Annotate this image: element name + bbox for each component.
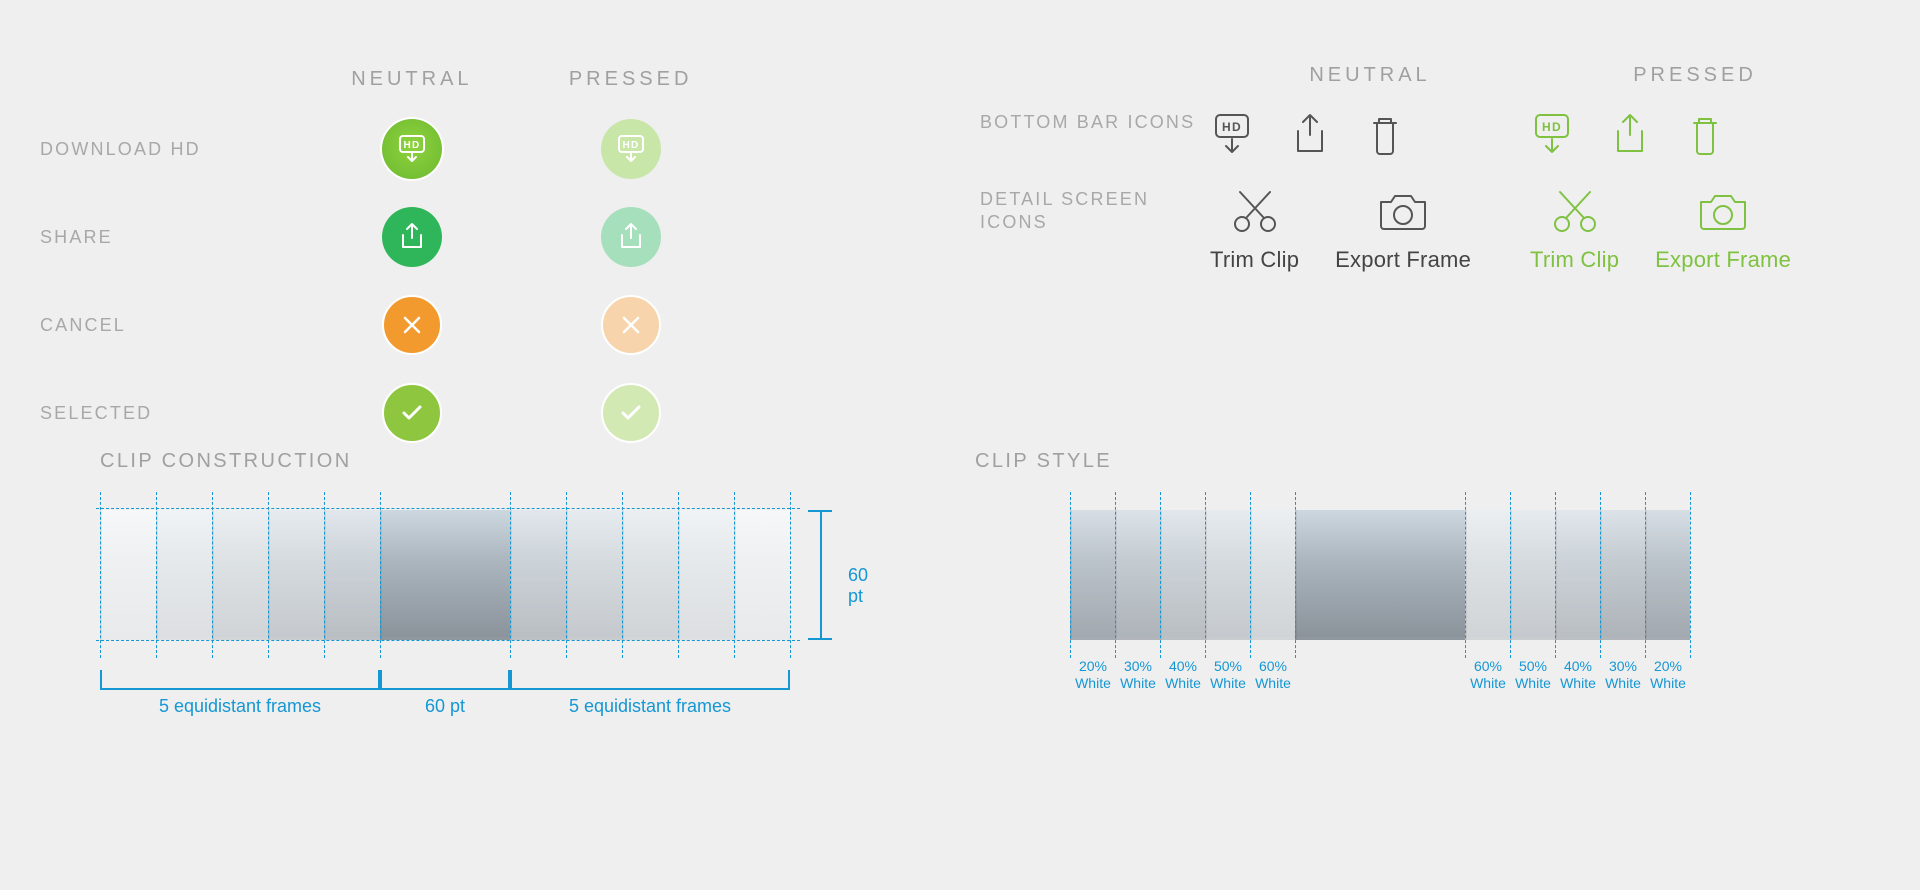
svg-text:HD: HD bbox=[622, 140, 639, 151]
trash-outline-icon[interactable] bbox=[1366, 111, 1404, 164]
right-frames-label: 5 equidistant frames bbox=[510, 696, 790, 717]
col-header-neutral-2: NEUTRAL bbox=[1210, 64, 1530, 87]
overlay-label: 60% White bbox=[1245, 658, 1301, 692]
export-frame-label: Export Frame bbox=[1335, 247, 1471, 272]
trim-clip-label: Trim Clip bbox=[1210, 247, 1299, 272]
cancel-button-pressed[interactable] bbox=[601, 295, 661, 355]
row-share: SHARE bbox=[40, 207, 303, 267]
share-icon bbox=[616, 221, 646, 253]
export-frame-label-pressed: Export Frame bbox=[1655, 247, 1791, 272]
svg-text:HD: HD bbox=[403, 140, 420, 151]
camera-icon[interactable] bbox=[1375, 188, 1431, 239]
download-hd-button-pressed[interactable]: HD bbox=[601, 119, 661, 179]
col-header-pressed-2: PRESSED bbox=[1530, 64, 1860, 87]
clip-style-diagram: 20% White 30% White 40% White 50% White … bbox=[1070, 510, 1690, 640]
check-icon bbox=[397, 398, 427, 428]
close-icon bbox=[399, 312, 425, 338]
button-states-grid: NEUTRAL PRESSED DOWNLOAD HD HD HD bbox=[40, 40, 740, 471]
hd-download-outline-icon[interactable]: HD bbox=[1210, 111, 1254, 164]
share-outline-icon[interactable] bbox=[1290, 111, 1330, 164]
svg-text:HD: HD bbox=[1222, 120, 1242, 134]
check-icon bbox=[616, 398, 646, 428]
left-frames-label: 5 equidistant frames bbox=[100, 696, 380, 717]
row-download-hd: DOWNLOAD HD bbox=[40, 119, 303, 179]
cancel-button-neutral[interactable] bbox=[382, 295, 442, 355]
close-icon bbox=[618, 312, 644, 338]
trim-clip-label-pressed: Trim Clip bbox=[1530, 247, 1619, 272]
trash-outline-icon-pressed[interactable] bbox=[1686, 111, 1724, 164]
share-button-neutral[interactable] bbox=[382, 207, 442, 267]
scissors-icon-pressed[interactable] bbox=[1550, 188, 1600, 239]
col-header-neutral: NEUTRAL bbox=[303, 68, 522, 91]
selected-button-pressed[interactable] bbox=[601, 383, 661, 443]
overlay-label: 20% White bbox=[1640, 658, 1696, 692]
hd-download-icon: HD bbox=[614, 132, 648, 166]
row-bottom-bar: BOTTOM BAR ICONS bbox=[980, 111, 1210, 164]
hd-download-outline-icon-pressed[interactable]: HD bbox=[1530, 111, 1574, 164]
col-header-pressed: PRESSED bbox=[521, 68, 740, 91]
height-dim-label: 60 pt bbox=[848, 565, 868, 607]
share-button-pressed[interactable] bbox=[601, 207, 661, 267]
clip-style-title: CLIP STYLE bbox=[975, 450, 1112, 473]
selected-button-neutral[interactable] bbox=[382, 383, 442, 443]
outline-icons-grid: NEUTRAL PRESSED BOTTOM BAR ICONS HD bbox=[980, 40, 1860, 296]
camera-icon-pressed[interactable] bbox=[1695, 188, 1751, 239]
share-icon bbox=[397, 221, 427, 253]
share-outline-icon-pressed[interactable] bbox=[1610, 111, 1650, 164]
center-width-label: 60 pt bbox=[380, 696, 510, 717]
hd-download-icon: HD bbox=[395, 132, 429, 166]
svg-text:HD: HD bbox=[1542, 120, 1562, 134]
scissors-icon[interactable] bbox=[1230, 188, 1280, 239]
row-detail-screen: DETAIL SCREEN ICONS bbox=[980, 188, 1210, 272]
clip-construction-title: CLIP CONSTRUCTION bbox=[100, 450, 352, 473]
clip-construction-diagram: 60 pt 5 equidistant frames 60 pt 5 equid… bbox=[100, 510, 860, 640]
row-cancel: CANCEL bbox=[40, 295, 303, 355]
row-selected: SELECTED bbox=[40, 383, 303, 443]
download-hd-button-neutral[interactable]: HD bbox=[382, 119, 442, 179]
